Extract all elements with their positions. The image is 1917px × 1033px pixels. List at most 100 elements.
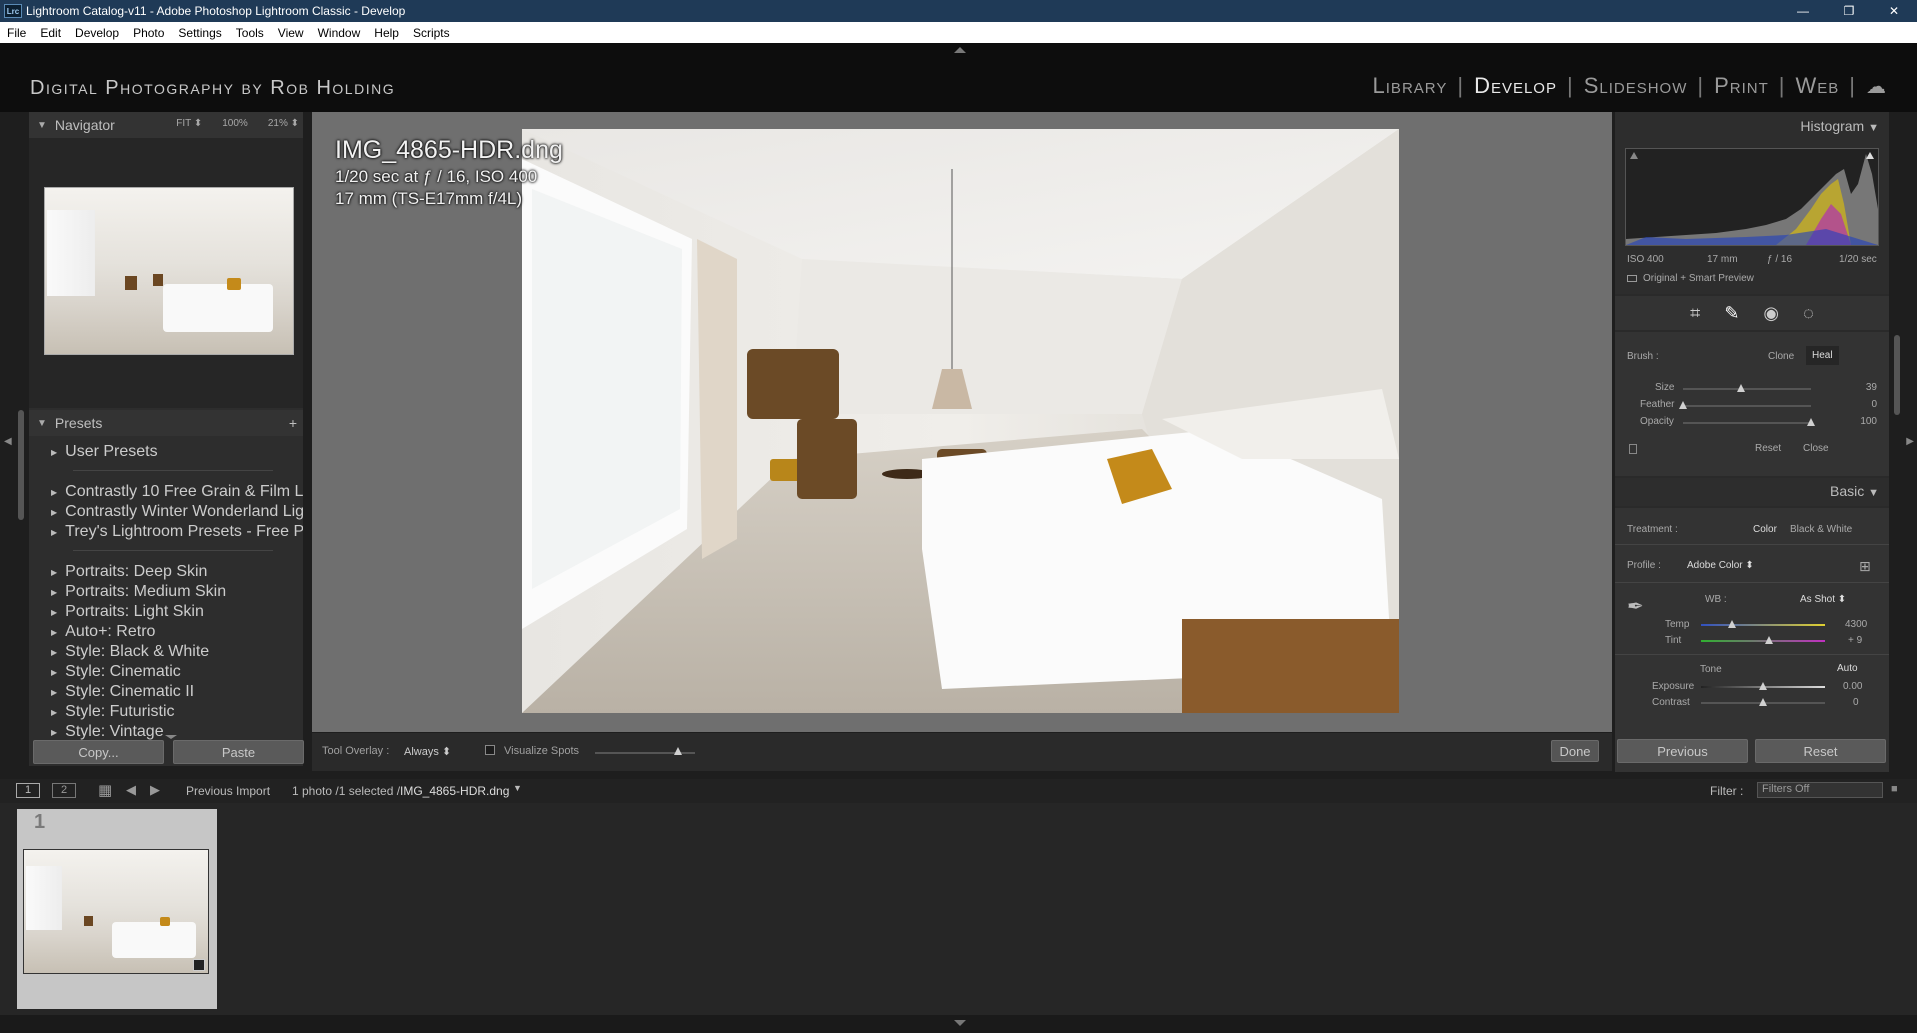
menu-file[interactable]: File [0, 26, 33, 40]
module-slideshow[interactable]: Slideshow [1574, 73, 1698, 99]
module-library[interactable]: Library [1363, 73, 1458, 99]
reset-button[interactable]: Reset [1755, 739, 1886, 763]
preset-item[interactable]: ▶ Portraits: Light Skin [29, 602, 303, 622]
contrast-knob[interactable] [1759, 698, 1767, 706]
previous-button[interactable]: Previous [1617, 739, 1748, 763]
preset-item[interactable]: ▶ Style: Black & White [29, 642, 303, 662]
wb-eyedropper-icon[interactable]: ✒ [1627, 594, 1644, 619]
copy-button[interactable]: Copy... [33, 740, 164, 764]
menu-view[interactable]: View [271, 26, 311, 40]
zoom-100[interactable]: 100% [222, 118, 248, 129]
treatment-color[interactable]: Color [1753, 524, 1777, 535]
filename-dropdown-icon[interactable]: ▼ [513, 783, 522, 793]
preset-item[interactable]: ▶ Trey's Lightroom Presets - Free Pack fo… [29, 522, 303, 542]
menu-tools[interactable]: Tools [229, 26, 271, 40]
clone-button[interactable]: Clone [1768, 351, 1794, 362]
grid-view-icon[interactable]: ▦ [98, 781, 112, 799]
tint-knob[interactable] [1765, 636, 1774, 644]
visualize-threshold-knob[interactable] [674, 747, 682, 755]
preset-item[interactable]: ▶ User Presets [29, 442, 303, 462]
preset-item[interactable]: ▶ Auto+: Retro [29, 622, 303, 642]
module-print[interactable]: Print [1704, 73, 1779, 99]
paste-button[interactable]: Paste [173, 740, 304, 764]
preset-item[interactable]: ▶ Style: Cinematic II [29, 682, 303, 702]
module-web[interactable]: Web [1786, 73, 1850, 99]
preset-item[interactable]: ▶ Contrastly 10 Free Grain & Film Lightro… [29, 482, 303, 502]
spot-removal-icon[interactable]: ✎ [1724, 303, 1739, 324]
spot-toggle-switch[interactable] [1629, 444, 1637, 454]
spot-slider-knob[interactable] [1736, 384, 1745, 392]
cloud-icon[interactable]: ☁ [1856, 74, 1897, 99]
auto-tone-button[interactable]: Auto [1837, 663, 1858, 674]
module-develop[interactable]: Develop [1464, 73, 1567, 99]
filter-lock-icon[interactable]: ■ [1891, 783, 1898, 795]
main-photo[interactable] [522, 129, 1399, 713]
temp-knob[interactable] [1728, 620, 1736, 628]
primary-display-button[interactable]: 1 [16, 783, 40, 798]
masking-icon[interactable]: ◌ [1803, 303, 1814, 324]
add-preset-icon[interactable]: + [289, 415, 297, 431]
spot-reset-button[interactable]: Reset [1755, 443, 1781, 454]
done-button[interactable]: Done [1551, 740, 1599, 762]
tint-value[interactable]: + 9 [1848, 635, 1862, 646]
red-eye-icon[interactable]: ◉ [1763, 303, 1779, 324]
collapse-left-icon[interactable]: ◀ [4, 436, 12, 447]
tint-slider[interactable] [1701, 640, 1825, 642]
menu-edit[interactable]: Edit [33, 26, 68, 40]
spot-slider-value[interactable]: 0 [1871, 399, 1877, 410]
spot-slider-value[interactable]: 100 [1860, 416, 1877, 427]
forward-arrow-icon[interactable]: ▶ [150, 782, 160, 798]
spot-slider-track[interactable] [1683, 388, 1811, 390]
histogram-header[interactable]: Histogram ▼ [1800, 118, 1879, 134]
navigator-header[interactable]: ▼ Navigator FIT ⬍ 100% 21% ⬍ [29, 112, 303, 138]
close-icon[interactable]: ✕ [1871, 0, 1917, 22]
filmstrip-cell[interactable]: 1 [17, 809, 217, 1009]
restore-icon[interactable]: ❐ [1826, 0, 1872, 22]
spot-close-button[interactable]: Close [1803, 443, 1829, 454]
contrast-value[interactable]: 0 [1853, 697, 1859, 708]
preset-item[interactable]: ▶ Portraits: Medium Skin [29, 582, 303, 602]
preset-item[interactable]: ▶ Style: Futuristic [29, 702, 303, 722]
left-scrollbar[interactable] [18, 410, 24, 520]
tool-overlay-select[interactable]: Always ⬍ [404, 745, 451, 758]
back-arrow-icon[interactable]: ◀ [126, 782, 136, 798]
profile-select[interactable]: Adobe Color ⬍ [1687, 560, 1754, 571]
collapse-right-icon[interactable]: ▶ [1906, 436, 1914, 447]
spot-slider-track[interactable] [1683, 405, 1811, 407]
menu-develop[interactable]: Develop [68, 26, 126, 40]
preview-status[interactable]: Original + Smart Preview [1643, 273, 1754, 284]
source-label[interactable]: Previous Import [186, 784, 270, 798]
spot-slider-knob[interactable] [1807, 418, 1815, 426]
spot-slider-knob[interactable] [1679, 401, 1687, 409]
crop-icon[interactable]: ⌗ [1690, 303, 1700, 324]
spot-slider-value[interactable]: 39 [1866, 382, 1877, 393]
zoom-custom[interactable]: 21% ⬍ [268, 118, 299, 129]
preset-item[interactable]: ▶ Contrastly Winter Wonderland Lightroom … [29, 502, 303, 522]
treatment-bw[interactable]: Black & White [1790, 524, 1852, 535]
exposure-value[interactable]: 0.00 [1843, 681, 1862, 692]
menu-scripts[interactable]: Scripts [406, 26, 457, 40]
filmstrip-thumbnail[interactable] [23, 849, 209, 974]
menu-window[interactable]: Window [311, 26, 368, 40]
preset-item[interactable]: ▶ Portraits: Deep Skin [29, 562, 303, 582]
basic-header[interactable]: Basic ▼ [1615, 478, 1889, 506]
menu-help[interactable]: Help [367, 26, 406, 40]
visualize-spots-checkbox[interactable] [485, 745, 495, 755]
spot-slider-track[interactable] [1683, 422, 1811, 424]
collapse-top-icon[interactable] [954, 47, 966, 53]
navigator-preview[interactable] [44, 187, 294, 355]
temp-slider[interactable] [1701, 624, 1825, 626]
wb-select[interactable]: As Shot ⬍ [1800, 594, 1846, 605]
histogram-graph[interactable] [1625, 148, 1879, 246]
profile-browser-icon[interactable]: ⊞ [1859, 558, 1871, 575]
heal-button[interactable]: Heal [1806, 346, 1839, 365]
menu-settings[interactable]: Settings [171, 26, 228, 40]
right-scrollbar[interactable] [1894, 335, 1900, 415]
selected-filename[interactable]: IMG_4865-HDR.dng [400, 784, 509, 798]
preset-item[interactable]: ▶ Style: Cinematic [29, 662, 303, 682]
exposure-knob[interactable] [1759, 682, 1767, 690]
minimize-icon[interactable]: — [1780, 0, 1826, 22]
collapse-bottom-icon[interactable] [954, 1020, 966, 1026]
menu-photo[interactable]: Photo [126, 26, 171, 40]
secondary-display-button[interactable]: 2 [52, 783, 76, 798]
